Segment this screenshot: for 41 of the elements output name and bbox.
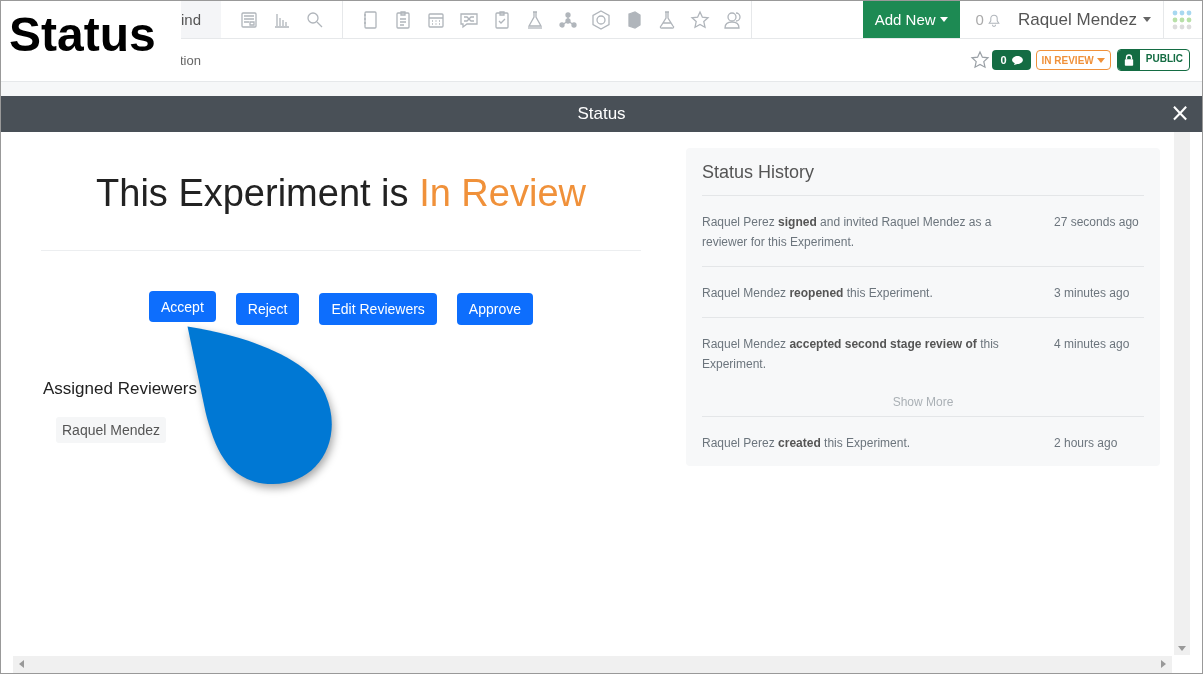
timestamp: 3 minutes ago (1054, 285, 1131, 302)
vertical-scrollbar[interactable] (1174, 132, 1190, 655)
action-button[interactable]: Accept (149, 291, 216, 322)
flask-icon[interactable] (657, 9, 677, 30)
reviewer-tag: Raquel Mendez (56, 417, 167, 443)
user-menu[interactable]: Raquel Mendez (1013, 9, 1155, 30)
apps-grid-icon[interactable] (1172, 9, 1192, 30)
search-field[interactable]: ind (181, 1, 221, 38)
add-new-button[interactable]: Add New (862, 1, 960, 38)
reviewers-heading: Assigned Reviewers (43, 379, 198, 399)
action-button[interactable]: Edit Reviewers (319, 293, 437, 325)
visibility-toggle[interactable]: PUBLIC (1116, 49, 1190, 71)
star-icon[interactable] (970, 50, 991, 70)
history-entry: Raquel Perez signed and invited Raquel Mendez as a reviewer for this Experiment. (702, 214, 993, 251)
horizontal-scrollbar[interactable] (13, 656, 1172, 673)
nodes-icon[interactable] (558, 9, 578, 30)
history-title: Status History (702, 148, 1144, 196)
modal-title: Status (577, 104, 626, 124)
breadcrumb[interactable]: tion (180, 52, 201, 68)
status-dropdown[interactable]: IN REVIEW (1035, 50, 1111, 70)
status-heading: This Experiment is In Review (95, 172, 587, 215)
timestamp: 27 seconds ago (1054, 214, 1140, 231)
history-entry: Raquel Mendez accepted second stage review of this Experiment. (702, 336, 1000, 373)
timestamp: 2 hours ago (1054, 435, 1119, 452)
users-icon[interactable] (723, 9, 743, 30)
action-button[interactable]: Approve (456, 293, 533, 325)
history-entry: Raquel Mendez reopened this Experiment. (702, 285, 934, 302)
layout-icon[interactable] (239, 9, 259, 30)
lock-icon (1123, 54, 1134, 66)
notifications-button[interactable]: 0 (975, 10, 1002, 29)
clipboard-icon[interactable] (393, 9, 413, 30)
speech-bubble-icon (1011, 55, 1023, 65)
search-icon[interactable] (305, 9, 325, 30)
action-button[interactable]: Reject (235, 293, 300, 325)
timestamp: 4 minutes ago (1054, 336, 1131, 353)
hex-icon[interactable] (591, 9, 611, 30)
star-icon[interactable] (690, 9, 710, 30)
comments-button[interactable]: 0 (992, 50, 1031, 70)
check-icon[interactable] (492, 9, 512, 30)
history-entry: Raquel Perez created this Experiment. (702, 435, 912, 452)
close-button[interactable]: × (1169, 102, 1190, 124)
